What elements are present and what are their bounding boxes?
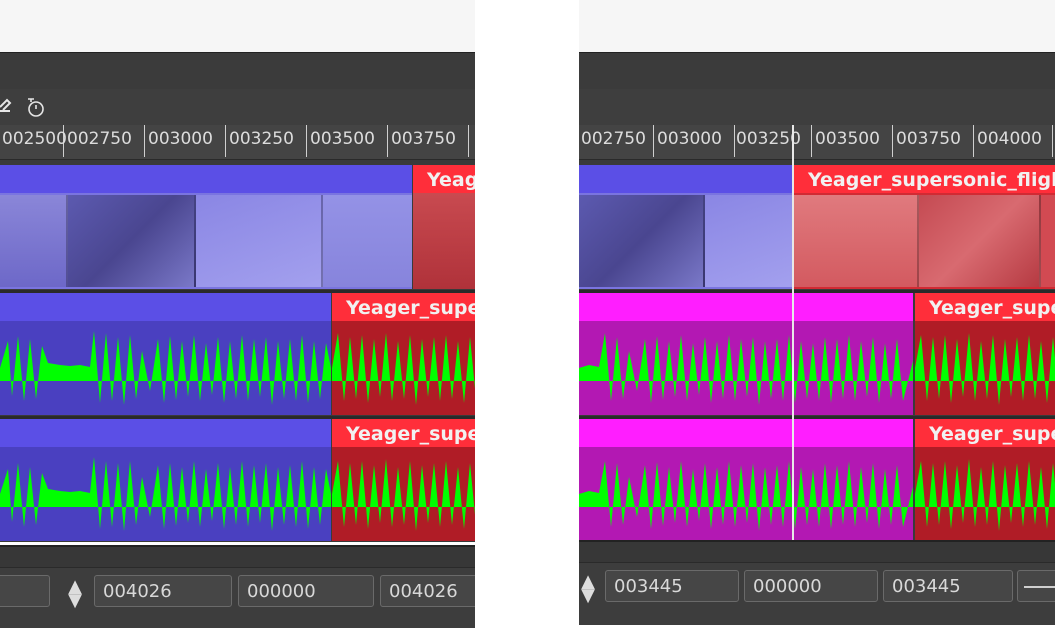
video-thumbnail <box>705 195 792 287</box>
video-clip-selected[interactable] <box>579 165 792 289</box>
clip-title: Yeager_supersonic_flight <box>346 423 475 445</box>
audio-waveform <box>915 459 1055 531</box>
audio-waveform <box>579 461 913 531</box>
audio-clip-selected[interactable] <box>0 293 331 415</box>
video-clip[interactable]: Yeager_supersonic_flight <box>794 165 1055 289</box>
clip-title: Yeager_supersonic_flight <box>808 169 1055 191</box>
ruler-label: 002750 <box>581 129 646 149</box>
ruler-label: 003750 <box>896 129 961 149</box>
ruler-label: 003750 <box>391 129 456 149</box>
ruler-tick <box>387 125 388 157</box>
video-thumbnail <box>196 195 323 287</box>
position-field[interactable]: 003445 <box>605 570 739 602</box>
menu-bar <box>0 52 475 90</box>
audio-waveform <box>915 333 1055 405</box>
ruler-tick <box>225 125 226 157</box>
audio-clip[interactable]: Yeager_supersonic_flight <box>915 293 1055 415</box>
duration-field[interactable]: 000000 <box>744 570 878 602</box>
clip-title: Yeager_supersonic_flight <box>929 423 1055 445</box>
menu-bar <box>579 52 1055 90</box>
ruler-label: 002750 <box>67 129 132 149</box>
ruler-label: 003000 <box>657 129 722 149</box>
ruler-tick <box>468 125 469 157</box>
audio-clip-magenta[interactable] <box>579 419 913 541</box>
ruler-tick <box>306 125 307 157</box>
toolbar <box>579 89 1055 125</box>
slider-track <box>1024 586 1055 588</box>
audio-waveform <box>332 459 475 531</box>
playhead[interactable] <box>792 125 794 542</box>
toolbar <box>0 89 475 125</box>
clip-title: Yeager_supersonic_flight <box>346 297 475 319</box>
spin-arrows-icon[interactable]: ▲ ▼ <box>66 578 84 610</box>
eject-arrow-icon[interactable] <box>0 95 14 117</box>
window-background <box>579 0 1055 52</box>
ruler-tick <box>653 125 654 157</box>
right-timeline-panel: 002750 003000 003250 003500 003750 00400… <box>579 0 1055 628</box>
left-timeline-panel: 002500 002750 003000 003250 003500 00375… <box>0 0 475 628</box>
audio-clip[interactable]: Yeager_supersonic_flight <box>915 419 1055 541</box>
video-clip[interactable]: Yeager_supersonic_flight <box>413 165 475 289</box>
status-bar: ▲ ▼ 004026 000000 004026 <box>0 545 475 628</box>
video-thumbnail <box>68 195 196 287</box>
input-field-partial[interactable] <box>0 575 50 607</box>
timer-icon[interactable] <box>24 95 48 119</box>
scrollbar[interactable] <box>579 542 1055 563</box>
video-thumbnail <box>919 195 1041 287</box>
video-thumbnail <box>794 195 919 287</box>
tracks-area: Yeager_supersonic_flight Yeager_superson… <box>0 160 475 542</box>
ruler-label: 002500 <box>2 129 67 149</box>
scrollbar[interactable] <box>0 547 475 568</box>
ruler-label: 003000 <box>148 129 213 149</box>
video-clip-selected[interactable] <box>0 165 412 289</box>
duration-field[interactable]: 000000 <box>238 575 374 607</box>
timeline-ruler[interactable]: 002750 003000 003250 003500 003750 00400… <box>579 125 1055 160</box>
video-thumbnail <box>579 195 705 287</box>
video-thumbnail <box>0 195 68 287</box>
audio-clip-magenta[interactable] <box>579 293 913 415</box>
ruler-label: 003500 <box>310 129 375 149</box>
video-thumbnail <box>1041 195 1055 287</box>
ruler-tick <box>144 125 145 157</box>
end-field[interactable]: 003445 <box>883 570 1013 602</box>
audio-waveform <box>579 333 913 405</box>
spin-arrows-icon[interactable]: ▲ ▼ <box>579 573 597 605</box>
timeline-ruler[interactable]: 002500 002750 003000 003250 003500 00375… <box>0 125 475 160</box>
window-background <box>0 0 475 52</box>
position-field[interactable]: 004026 <box>94 575 232 607</box>
ruler-label: 004000 <box>977 129 1042 149</box>
slider-field[interactable] <box>1017 570 1055 602</box>
audio-waveform <box>0 331 331 405</box>
ruler-tick <box>811 125 812 157</box>
ruler-tick <box>973 125 974 157</box>
clip-title: Yeager_supersonic_flight <box>929 297 1055 319</box>
status-bar: ▲ ▼ 003445 000000 003445 <box>579 540 1055 625</box>
audio-clip-selected[interactable] <box>0 419 331 541</box>
ruler-label: 003250 <box>229 129 294 149</box>
audio-waveform <box>0 457 331 531</box>
clip-title: Yeager_supersonic_flight <box>427 169 475 191</box>
end-field[interactable]: 004026 <box>380 575 475 607</box>
video-thumbnail <box>323 195 412 287</box>
ruler-tick <box>734 125 735 157</box>
audio-clip[interactable]: Yeager_supersonic_flight <box>332 293 475 415</box>
audio-clip[interactable]: Yeager_supersonic_flight <box>332 419 475 541</box>
tracks-area: Yeager_supersonic_flight Yeager_superson… <box>579 160 1055 542</box>
ruler-tick <box>1052 125 1053 157</box>
audio-waveform <box>332 333 475 405</box>
ruler-tick <box>892 125 893 157</box>
ruler-label: 003500 <box>815 129 880 149</box>
